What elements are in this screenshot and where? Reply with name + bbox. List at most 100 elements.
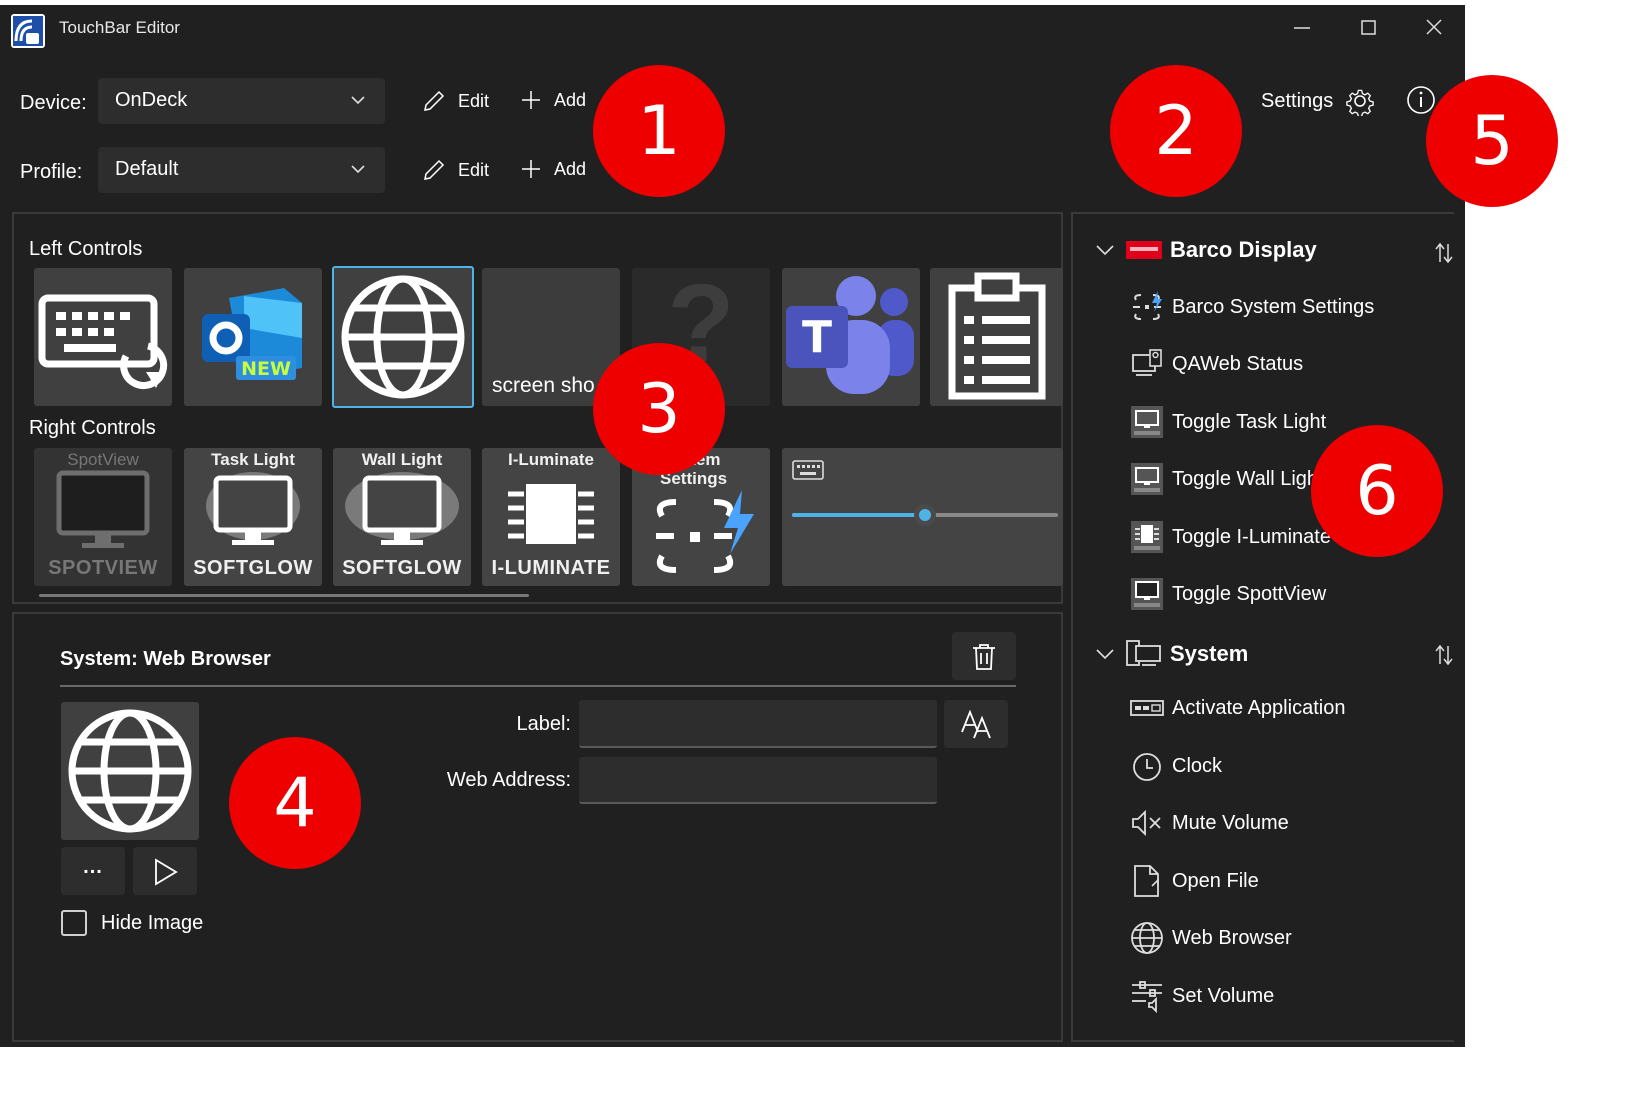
device-value: OnDeck [115, 89, 188, 111]
library-item-label: Activate Application [1172, 696, 1346, 719]
library-item[interactable]: Toggle I-Luminate [1130, 520, 1331, 554]
minimize-button[interactable] [1282, 13, 1322, 43]
sort-system-button[interactable] [1435, 644, 1453, 671]
library-item[interactable]: Toggle Wall Ligh [1130, 462, 1318, 496]
spotview-icon [1130, 577, 1164, 611]
library-item-label: Web Browser [1172, 926, 1292, 949]
annotation-marker-5: 5 [1426, 75, 1558, 207]
library-item-label: Toggle I-Luminate [1172, 525, 1331, 548]
controls-scrollbar[interactable] [39, 594, 529, 597]
detail-image-preview[interactable] [61, 702, 199, 840]
right-tile-task-light[interactable]: Task Light SOFTGLOW [184, 448, 322, 586]
web-address-input[interactable] [579, 757, 937, 804]
group-header-system[interactable]: System [1096, 639, 1248, 669]
font-size-button[interactable] [944, 700, 1008, 748]
gear-icon [1346, 89, 1375, 116]
globe-icon [341, 275, 465, 399]
left-tile-teams[interactable]: T [782, 268, 920, 406]
library-item[interactable]: Web Browser [1130, 921, 1292, 955]
barco-system-settings-icon [1130, 290, 1164, 324]
library-panel [1071, 212, 1454, 1042]
play-button[interactable] [133, 847, 197, 895]
add-device-button[interactable]: Add [520, 89, 586, 111]
activate-application-icon [1130, 691, 1164, 725]
more-label: ... [83, 856, 103, 878]
label-field-label: Label: [516, 713, 572, 735]
right-tile-spotview[interactable]: SpotView SPOTVIEW [34, 448, 172, 586]
delete-button[interactable] [952, 632, 1016, 680]
library-item-label: Clock [1172, 754, 1223, 777]
left-tile-outlook[interactable]: NEW [184, 268, 322, 406]
add-profile-button[interactable]: Add [520, 158, 586, 180]
mute-volume-icon [1130, 806, 1164, 840]
slider-fill [792, 513, 925, 517]
softglow-monitor-icon [345, 472, 459, 545]
library-item[interactable]: Mute Volume [1130, 806, 1289, 840]
right-tile-i-luminate[interactable]: I-Luminate I-LUMINATE [482, 448, 620, 586]
library-item[interactable]: Clock [1130, 749, 1222, 783]
screenshot-caption: screen sho [492, 374, 595, 397]
set-volume-icon [1130, 979, 1164, 1013]
wall-light-icon [1130, 462, 1164, 496]
library-item[interactable]: Activate Application [1130, 691, 1345, 725]
profile-label: Profile: [20, 161, 83, 183]
annotation-marker-4: 4 [229, 737, 361, 869]
computer-icon [1126, 640, 1161, 666]
library-item[interactable]: Set Volume [1130, 979, 1274, 1013]
detail-title: System: Web Browser [60, 648, 271, 670]
right-tile-wall-light[interactable]: Wall Light SOFTGLOW [333, 448, 471, 586]
sort-icon [1435, 242, 1453, 264]
clipboard-icon [948, 272, 1046, 400]
sort-barco-button[interactable] [1435, 242, 1453, 269]
settings-button[interactable]: Settings [1261, 86, 1375, 116]
keyboard-refresh-icon [38, 294, 168, 389]
image-more-button[interactable]: ... [61, 847, 125, 895]
label-input[interactable] [579, 700, 937, 748]
left-tile-keyboard[interactable] [34, 268, 172, 406]
library-item-label: Set Volume [1172, 984, 1275, 1007]
barco-logo-icon [1126, 241, 1162, 259]
library-item[interactable]: Toggle SpottView [1130, 577, 1326, 611]
outlook-new-badge: NEW [241, 358, 291, 380]
left-tile-clipboard[interactable] [930, 268, 1063, 406]
play-icon [155, 858, 178, 886]
edit-device-button[interactable]: Edit [422, 89, 489, 113]
slider-thumb[interactable] [914, 504, 936, 526]
profile-dropdown[interactable]: Default [98, 147, 385, 193]
detail-divider [60, 685, 1016, 687]
pencil-icon [424, 159, 445, 180]
globe-icon [1130, 921, 1164, 955]
system-settings-icon [656, 490, 754, 573]
task-light-icon [1130, 405, 1164, 439]
group-title-barco-display: Barco Display [1170, 237, 1317, 262]
annotation-marker-6: 6 [1311, 425, 1443, 557]
hide-image-checkbox[interactable] [61, 910, 87, 936]
annotation-marker-3: 3 [593, 343, 725, 475]
slider-track[interactable] [792, 504, 1058, 526]
library-item[interactable]: Toggle Task Light [1130, 405, 1326, 439]
task-light-top-label: Task Light [211, 450, 295, 469]
edit-profile-button[interactable]: Edit [422, 158, 489, 182]
library-item[interactable]: Open File [1130, 864, 1259, 898]
spotview-bottom-label: SPOTVIEW [48, 557, 158, 579]
controls-panel: Left Controls NEW screen sho ? T Right C… [12, 212, 1063, 604]
right-tile-volume-slider[interactable] [782, 448, 1063, 586]
library-item[interactable]: QAWeb Status [1130, 347, 1303, 381]
maximize-button[interactable] [1348, 13, 1388, 43]
device-dropdown[interactable]: OnDeck [98, 78, 385, 124]
device-label: Device: [20, 92, 87, 114]
teams-letter: T [802, 312, 832, 363]
i-luminate-icon [1130, 520, 1164, 554]
clock-icon [1130, 749, 1164, 783]
library-item-label: Toggle SpottView [1172, 582, 1327, 605]
web-address-field-label: Web Address: [446, 769, 571, 791]
annotation-marker-1: 1 [593, 65, 725, 197]
info-icon [1407, 86, 1435, 114]
i-luminate-icon [508, 484, 594, 544]
i-luminate-bottom-label: I-LUMINATE [491, 557, 611, 579]
group-header-barco-display[interactable]: Barco Display [1096, 237, 1317, 263]
library-item[interactable]: Barco System Settings [1130, 290, 1374, 324]
keyboard-icon [792, 460, 824, 480]
close-button[interactable] [1414, 13, 1454, 43]
left-tile-web-browser[interactable] [332, 266, 474, 408]
